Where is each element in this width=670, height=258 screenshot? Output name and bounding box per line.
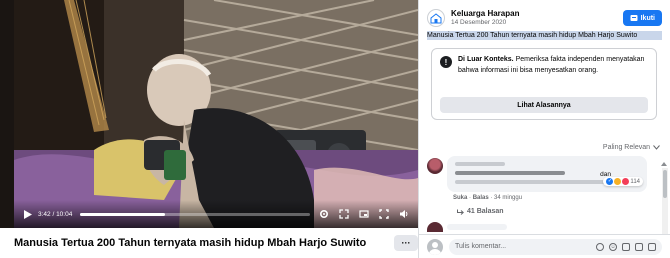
emoji-icon[interactable]: ☺ [609, 242, 617, 251]
follow-icon [630, 15, 638, 21]
more-options-button[interactable]: ··· [394, 235, 418, 251]
comment-sort-dropdown[interactable]: Paling Relevan [603, 144, 660, 151]
user-avatar[interactable] [427, 238, 443, 255]
gif-icon[interactable] [635, 242, 643, 251]
comment-input[interactable]: Tulis komentar... ☺ [449, 238, 662, 255]
like-reaction-icon: ✓ [606, 178, 614, 185]
comments-scrollbar[interactable] [662, 168, 668, 234]
scroll-up-icon[interactable] [661, 162, 667, 166]
post-caption: Manusia Tertua 200 Tahun ternyata masih … [427, 31, 662, 40]
video-controls: 3:42 / 10:04 [14, 200, 418, 228]
post-header: Keluarga Harapan 14 Desember 2020 Ikuti [427, 6, 662, 30]
camera-icon[interactable] [622, 242, 630, 251]
post-side-panel: Keluarga Harapan 14 Desember 2020 Ikuti … [418, 0, 670, 258]
reply-action[interactable]: Balas [473, 195, 489, 201]
video-player[interactable]: 3:42 / 10:04 [0, 0, 418, 228]
play-icon[interactable] [22, 208, 34, 220]
picture-in-picture-icon[interactable] [358, 208, 370, 220]
fullscreen-expand-icon[interactable] [338, 208, 350, 220]
video-frame [14, 0, 418, 228]
comment-actions: Suka · Balas · 34 minggu [453, 195, 523, 201]
reply-arrow-icon [457, 209, 464, 215]
fact-check-text: Di Luar Konteks. Pemeriksa fakta indepen… [458, 55, 648, 76]
volume-icon[interactable] [398, 208, 410, 220]
redacted-name [455, 162, 505, 166]
video-progress-bar[interactable] [80, 212, 310, 216]
like-action[interactable]: Suka [453, 195, 467, 201]
comment-item: dan ✓ 114 Suka · Balas · 34 minggu [427, 156, 659, 206]
comment-age[interactable]: 34 minggu [494, 195, 522, 201]
redacted-text [455, 180, 605, 184]
scrollbar-thumb[interactable] [663, 170, 667, 198]
see-why-button[interactable]: Lihat Alasannya [440, 97, 648, 113]
comment-sort-label: Paling Relevan [602, 144, 650, 151]
video-title-row: Manusia Tertua 200 Tahun ternyata masih … [14, 232, 418, 254]
video-title: Manusia Tertua 200 Tahun ternyata masih … [14, 237, 367, 249]
comment-bubble: dan ✓ 114 [447, 156, 647, 192]
view-replies-link[interactable]: 41 Balasan [457, 208, 504, 215]
chevron-down-icon [653, 145, 660, 150]
commenter-avatar[interactable] [427, 158, 443, 174]
next-comment-bubble [447, 224, 507, 230]
warning-icon: ! [440, 56, 452, 68]
sticker-icon[interactable] [648, 242, 656, 251]
page-name[interactable]: Keluarga Harapan [451, 9, 519, 19]
fullscreen-icon[interactable] [378, 208, 390, 220]
fact-check-heading: Di Luar Konteks. [458, 56, 514, 63]
post-date[interactable]: 14 Desember 2020 [451, 19, 519, 26]
page-avatar[interactable] [427, 9, 445, 27]
replies-count: 41 Balasan [467, 208, 504, 215]
reaction-count: 114 [630, 178, 640, 185]
next-commenter-avatar[interactable] [427, 222, 443, 232]
follow-button[interactable]: Ikuti [622, 10, 662, 26]
avatar-sticker-icon[interactable] [596, 242, 604, 251]
comment-reactions[interactable]: ✓ 114 [603, 177, 643, 186]
haha-reaction-icon [614, 178, 622, 185]
comment-composer: Tulis komentar... ☺ [419, 234, 670, 258]
follow-label: Ikuti [640, 14, 655, 22]
fact-check-box: ! Di Luar Konteks. Pemeriksa fakta indep… [431, 48, 657, 120]
settings-icon[interactable] [318, 208, 330, 220]
comment-input-placeholder: Tulis komentar... [455, 243, 507, 250]
love-reaction-icon [622, 178, 630, 185]
redacted-text [455, 171, 565, 175]
video-time: 3:42 / 10:04 [38, 210, 73, 218]
video-progress-fill [80, 212, 166, 216]
